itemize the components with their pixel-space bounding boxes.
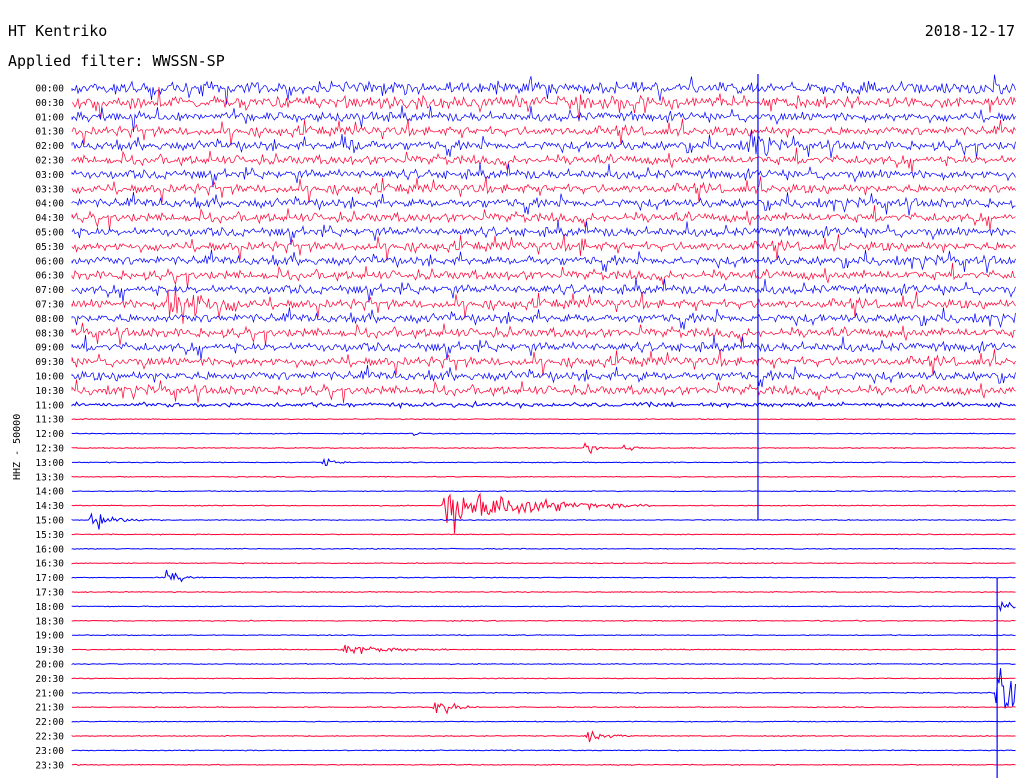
trace-row-0930 <box>71 349 1016 377</box>
trace-row-0430 <box>71 205 1016 231</box>
row-label: 06:30 <box>35 271 64 282</box>
trace-row-2330 <box>71 763 1016 766</box>
trace-row-0230 <box>71 147 1016 173</box>
trace-row-0830 <box>71 322 1016 346</box>
helicorder-plot: 00:00 00:30 01:00 01:30 02:00 02:30 03:00 03:30… <box>35 74 1016 778</box>
trace-row-0030 <box>71 86 1016 122</box>
row-label: 13:00 <box>35 458 64 469</box>
trace-row-2130 <box>71 702 1016 715</box>
row-label: 19:00 <box>35 631 64 642</box>
seismic-traces <box>71 74 1016 766</box>
row-label: 10:00 <box>35 372 64 383</box>
row-label: 02:00 <box>35 141 64 152</box>
row-label: 03:30 <box>35 184 64 195</box>
trace-row-2030 <box>71 677 1016 680</box>
trace-row-0500 <box>71 220 1016 245</box>
trace-row-1430 <box>71 492 1016 534</box>
row-label: 15:30 <box>35 530 64 541</box>
row-label: 05:00 <box>35 228 64 239</box>
spike-lines <box>757 74 998 778</box>
trace-row-0700 <box>71 278 1016 303</box>
trace-row-1530 <box>71 533 1016 536</box>
row-label: 05:30 <box>35 242 64 253</box>
trace-row-2100 <box>71 668 1016 709</box>
row-label: 21:00 <box>35 688 64 699</box>
row-label: 20:00 <box>35 660 64 671</box>
row-label: 00:00 <box>35 84 64 95</box>
row-label: 00:30 <box>35 98 64 109</box>
trace-row-1030 <box>71 379 1016 404</box>
trace-row-1830 <box>71 619 1016 622</box>
row-label: 16:30 <box>35 559 64 570</box>
trace-row-1630 <box>71 562 1016 565</box>
trace-row-1230 <box>71 442 1016 455</box>
row-label: 01:30 <box>35 127 64 138</box>
trace-row-1730 <box>71 590 1016 594</box>
row-label: 09:30 <box>35 357 64 368</box>
trace-row-1330 <box>71 475 1016 478</box>
trace-row-2300 <box>71 749 1016 752</box>
trace-row-1800 <box>71 600 1016 613</box>
trace-row-2230 <box>71 730 1016 743</box>
row-label: 17:30 <box>35 588 64 599</box>
row-label: 16:00 <box>35 544 64 555</box>
row-label: 15:00 <box>35 516 64 527</box>
row-label: 21:30 <box>35 703 64 714</box>
row-label: 02:30 <box>35 156 64 167</box>
row-label: 11:30 <box>35 415 64 426</box>
trace-row-0300 <box>71 162 1016 188</box>
row-labels: 00:00 00:30 01:00 01:30 02:00 02:30 03:00 03:30… <box>35 84 64 772</box>
row-label: 17:00 <box>35 573 64 584</box>
trace-row-1200 <box>71 432 1016 437</box>
trace-row-0900 <box>71 334 1016 361</box>
trace-row-0800 <box>71 307 1016 330</box>
trace-row-2200 <box>71 720 1016 723</box>
trace-row-0730 <box>71 287 1016 324</box>
row-label: 08:00 <box>35 314 64 325</box>
row-label: 22:30 <box>35 732 64 743</box>
row-label: 03:00 <box>35 170 64 181</box>
trace-row-0100 <box>71 105 1016 133</box>
row-label: 18:30 <box>35 616 64 627</box>
trace-row-1900 <box>71 634 1016 637</box>
row-label: 04:30 <box>35 213 64 224</box>
row-label: 09:00 <box>35 343 64 354</box>
row-label: 11:00 <box>35 400 64 411</box>
row-label: 07:00 <box>35 285 64 296</box>
row-label: 04:00 <box>35 199 64 210</box>
row-label: 18:00 <box>35 602 64 613</box>
row-label: 13:30 <box>35 472 64 483</box>
trace-row-1500 <box>71 512 1016 530</box>
trace-row-2000 <box>71 662 1016 666</box>
trace-row-0130 <box>71 118 1016 146</box>
trace-row-0630 <box>71 262 1016 289</box>
trace-row-0200 <box>71 129 1016 159</box>
row-label: 07:30 <box>35 300 64 311</box>
trace-row-1700 <box>71 569 1016 583</box>
trace-row-1600 <box>71 547 1016 550</box>
trace-row-1130 <box>71 418 1016 421</box>
row-label: 19:30 <box>35 645 64 656</box>
row-label: 01:00 <box>35 112 64 123</box>
trace-row-0600 <box>71 249 1016 274</box>
row-label: 23:30 <box>35 760 64 771</box>
row-label: 14:30 <box>35 501 64 512</box>
row-label: 08:30 <box>35 328 64 339</box>
row-label: 06:00 <box>35 256 64 267</box>
row-label: 10:30 <box>35 386 64 397</box>
row-label: 23:00 <box>35 746 64 757</box>
row-label: 12:00 <box>35 429 64 440</box>
row-label: 22:00 <box>35 717 64 728</box>
row-label: 20:30 <box>35 674 64 685</box>
row-label: 14:00 <box>35 487 64 498</box>
row-label: 12:30 <box>35 444 64 455</box>
trace-row-1300 <box>72 457 1016 467</box>
trace-row-1100 <box>71 400 1016 410</box>
trace-row-0530 <box>71 233 1016 261</box>
trace-row-1400 <box>72 490 1016 493</box>
trace-row-1930 <box>72 644 1016 655</box>
